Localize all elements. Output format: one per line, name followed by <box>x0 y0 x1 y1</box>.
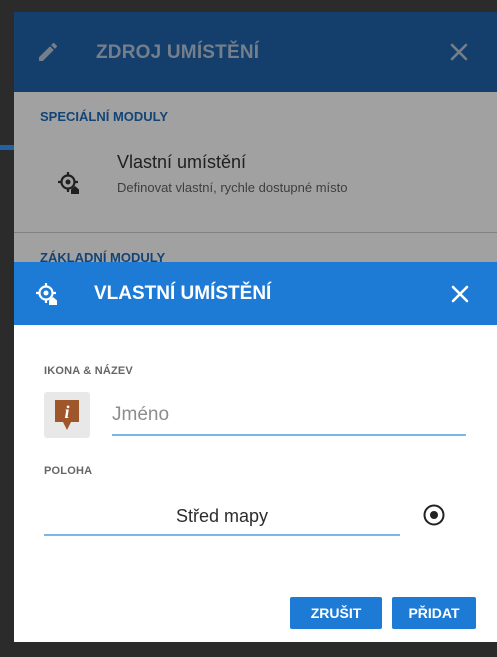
close-icon[interactable] <box>450 284 470 309</box>
custom-location-icon <box>34 281 60 312</box>
target-icon[interactable] <box>422 503 446 532</box>
poi-info-icon: i <box>53 398 81 437</box>
svg-text:i: i <box>64 402 69 422</box>
poi-icon-picker[interactable]: i <box>44 392 90 438</box>
position-label: POLOHA <box>44 465 93 477</box>
dialog-title: VLASTNÍ UMÍSTĚNÍ <box>94 283 272 304</box>
custom-location-dialog: VLASTNÍ UMÍSTĚNÍ IKONA & NÁZEV i POLOHA … <box>14 262 497 642</box>
dialog-header: VLASTNÍ UMÍSTĚNÍ <box>14 262 497 325</box>
left-accent-bar <box>0 145 14 150</box>
icon-name-label: IKONA & NÁZEV <box>44 365 133 377</box>
cancel-button[interactable]: ZRUŠIT <box>290 597 382 629</box>
name-input[interactable] <box>112 396 466 436</box>
add-button[interactable]: PŘIDAT <box>392 597 476 629</box>
position-field[interactable]: Střed mapy <box>44 498 400 536</box>
